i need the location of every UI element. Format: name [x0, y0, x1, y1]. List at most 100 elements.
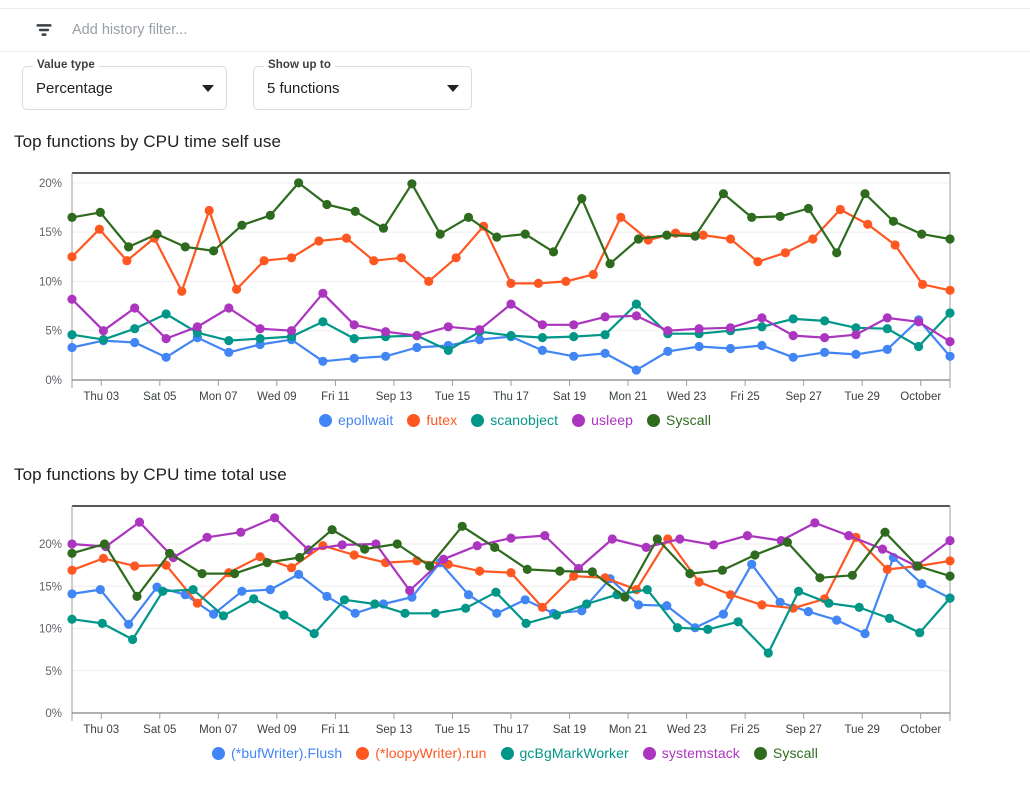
data-point[interactable]: [177, 287, 186, 296]
data-point[interactable]: [128, 635, 137, 644]
data-point[interactable]: [464, 213, 473, 222]
data-point[interactable]: [726, 234, 735, 243]
data-point[interactable]: [67, 615, 76, 624]
data-point[interactable]: [135, 518, 144, 527]
data-point[interactable]: [757, 341, 766, 350]
data-point[interactable]: [452, 253, 461, 262]
data-point[interactable]: [397, 253, 406, 262]
data-point[interactable]: [582, 599, 591, 608]
data-point[interactable]: [804, 204, 813, 213]
data-point[interactable]: [318, 357, 327, 366]
data-point[interactable]: [726, 323, 735, 332]
data-point[interactable]: [162, 309, 171, 318]
data-point[interactable]: [475, 325, 484, 334]
data-point[interactable]: [726, 590, 735, 599]
data-point[interactable]: [162, 334, 171, 343]
data-point[interactable]: [369, 256, 378, 265]
data-point[interactable]: [642, 543, 651, 552]
data-point[interactable]: [863, 220, 872, 229]
data-point[interactable]: [130, 561, 139, 570]
data-point[interactable]: [458, 522, 467, 531]
data-point[interactable]: [461, 604, 470, 613]
data-point[interactable]: [540, 531, 549, 540]
data-point[interactable]: [734, 617, 743, 626]
data-point[interactable]: [616, 213, 625, 222]
data-point[interactable]: [810, 518, 819, 527]
data-point[interactable]: [350, 320, 359, 329]
data-point[interactable]: [424, 277, 433, 286]
filter-icon[interactable]: [34, 20, 54, 40]
legend-item[interactable]: (*loopyWriter).run: [356, 745, 486, 761]
data-point[interactable]: [824, 599, 833, 608]
data-point[interactable]: [224, 336, 233, 345]
data-point[interactable]: [506, 279, 515, 288]
data-point[interactable]: [431, 609, 440, 618]
legend-item[interactable]: Syscall: [754, 745, 818, 761]
data-point[interactable]: [130, 324, 139, 333]
data-point[interactable]: [781, 248, 790, 257]
legend-item[interactable]: gcBgMarkWorker: [501, 745, 629, 761]
data-point[interactable]: [189, 585, 198, 594]
data-point[interactable]: [318, 317, 327, 326]
data-point[interactable]: [915, 628, 924, 637]
data-point[interactable]: [883, 324, 892, 333]
data-point[interactable]: [425, 561, 434, 570]
data-point[interactable]: [747, 560, 756, 569]
data-point[interactable]: [832, 616, 841, 625]
data-point[interactable]: [695, 324, 704, 333]
data-point[interactable]: [473, 541, 482, 550]
data-point[interactable]: [492, 233, 501, 242]
data-point[interactable]: [314, 236, 323, 245]
data-point[interactable]: [350, 354, 359, 363]
data-point[interactable]: [287, 326, 296, 335]
data-point[interactable]: [883, 345, 892, 354]
data-point[interactable]: [945, 308, 954, 317]
data-point[interactable]: [753, 257, 762, 266]
data-point[interactable]: [945, 536, 954, 545]
data-point[interactable]: [538, 320, 547, 329]
data-point[interactable]: [719, 610, 728, 619]
data-point[interactable]: [789, 314, 798, 323]
data-point[interactable]: [400, 609, 409, 618]
data-point[interactable]: [198, 569, 207, 578]
data-point[interactable]: [703, 625, 712, 634]
data-point[interactable]: [351, 207, 360, 216]
data-point[interactable]: [521, 595, 530, 604]
data-point[interactable]: [181, 242, 190, 251]
data-point[interactable]: [673, 623, 682, 632]
data-point[interactable]: [914, 317, 923, 326]
data-point[interactable]: [695, 342, 704, 351]
data-point[interactable]: [726, 344, 735, 353]
data-point[interactable]: [832, 248, 841, 257]
data-point[interactable]: [632, 366, 641, 375]
data-point[interactable]: [522, 619, 531, 628]
data-point[interactable]: [860, 629, 869, 638]
data-point[interactable]: [685, 569, 694, 578]
data-point[interactable]: [851, 330, 860, 339]
data-point[interactable]: [601, 312, 610, 321]
data-point[interactable]: [889, 217, 898, 226]
data-point[interactable]: [691, 232, 700, 241]
data-point[interactable]: [67, 252, 76, 261]
data-point[interactable]: [632, 300, 641, 309]
data-point[interactable]: [634, 600, 643, 609]
data-point[interactable]: [757, 600, 766, 609]
legend-item[interactable]: usleep: [572, 412, 633, 428]
data-point[interactable]: [855, 603, 864, 612]
data-point[interactable]: [236, 528, 245, 537]
data-point[interactable]: [219, 611, 228, 620]
legend-item[interactable]: systemstack: [643, 745, 740, 761]
history-filter-input[interactable]: [72, 22, 492, 38]
data-point[interactable]: [663, 326, 672, 335]
data-point[interactable]: [351, 609, 360, 618]
data-point[interactable]: [918, 280, 927, 289]
data-point[interactable]: [492, 609, 501, 618]
data-point[interactable]: [776, 212, 785, 221]
data-point[interactable]: [695, 577, 704, 586]
data-point[interactable]: [914, 342, 923, 351]
data-point[interactable]: [99, 554, 108, 563]
data-point[interactable]: [844, 531, 853, 540]
data-point[interactable]: [124, 620, 133, 629]
data-point[interactable]: [747, 213, 756, 222]
data-point[interactable]: [350, 334, 359, 343]
